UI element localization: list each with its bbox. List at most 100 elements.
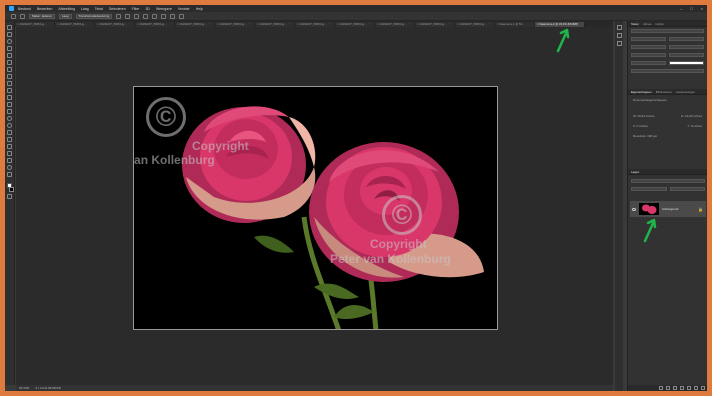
opacity-field[interactable] (669, 187, 705, 191)
menu-item-select[interactable]: Selecteren (109, 7, 126, 11)
brush-tool-icon[interactable] (7, 81, 12, 86)
menu-item-3d[interactable]: 3D (145, 7, 149, 11)
visibility-eye-icon[interactable] (632, 207, 636, 211)
layer-name[interactable]: Achtergrond (662, 207, 678, 211)
path-select-tool-icon[interactable] (7, 144, 12, 149)
align-middle-icon[interactable] (152, 13, 158, 19)
font-family-field[interactable] (631, 29, 704, 33)
distribute-icon[interactable] (170, 13, 176, 19)
menu-item-edit[interactable]: Bewerken (37, 7, 53, 11)
history-brush-tool-icon[interactable] (7, 95, 12, 100)
dodge-tool-icon[interactable] (7, 123, 12, 128)
horizontal-scale-field[interactable] (669, 53, 704, 57)
align-center-icon[interactable] (125, 13, 131, 19)
character-row (628, 35, 707, 43)
clone-stamp-tool-icon[interactable] (7, 88, 12, 93)
font-style-buttons[interactable] (631, 69, 704, 73)
layer-style-icon[interactable] (666, 386, 670, 390)
tab-character[interactable]: Teken (631, 22, 639, 26)
background-color-swatch[interactable] (8, 187, 14, 192)
zoom-level[interactable]: 33,33% (19, 386, 29, 390)
vertical-scale-field[interactable] (631, 53, 666, 57)
menu-item-window[interactable]: Venster (178, 7, 190, 11)
layer-filter-field[interactable] (631, 179, 705, 183)
history-icon[interactable] (616, 25, 622, 30)
minimize-icon[interactable]: – (680, 6, 682, 11)
tracking-field[interactable] (669, 45, 704, 49)
frame-tool-icon[interactable] (7, 60, 12, 65)
3d-mode-icon[interactable] (179, 13, 185, 19)
document-canvas[interactable]: © Copyright Peter van Kollenburg © Copyr… (133, 86, 498, 330)
align-left-icon[interactable] (116, 13, 122, 19)
canvas-y[interactable]: Y: 0 inches (687, 124, 702, 128)
rectangle-tool-icon[interactable] (7, 151, 12, 156)
menu-item-type[interactable]: Tekst (95, 7, 103, 11)
link-layers-icon[interactable] (659, 386, 663, 390)
blur-tool-icon[interactable] (7, 116, 12, 121)
menu-item-layer[interactable]: Laag (81, 7, 89, 11)
menu-item-view[interactable]: Weergave (156, 7, 172, 11)
text-color-swatch[interactable] (669, 61, 704, 65)
document-info[interactable]: 3 x 2 bits 96,68,9/8 (35, 386, 60, 390)
layers-panel-title[interactable]: Lagen (631, 170, 639, 174)
color-icon[interactable] (616, 33, 622, 38)
watermark-copyright-symbol: © (146, 97, 186, 137)
more-tools-icon[interactable] (7, 172, 12, 177)
menu-item-image[interactable]: Afbeelding (58, 7, 75, 11)
baseline-shift-field[interactable] (631, 61, 666, 65)
menu-item-help[interactable]: Help (196, 7, 203, 11)
menu-item-filter[interactable]: Filter (132, 7, 140, 11)
auto-select-toggle[interactable]: Malen: laderen (29, 13, 55, 19)
move-tool-icon[interactable] (7, 25, 12, 30)
canvas-area[interactable]: © Copyright Peter van Kollenburg © Copyr… (16, 27, 613, 385)
layer-filter-row (628, 177, 707, 185)
auto-select-dropdown[interactable]: Laag (58, 13, 72, 19)
canvas-width[interactable]: W: 29,63 inches (633, 114, 654, 118)
quick-mask-icon[interactable] (7, 194, 12, 199)
leading-field[interactable] (631, 45, 666, 49)
tab-glyphs[interactable]: Glyfen (655, 22, 664, 26)
swatches-icon[interactable] (616, 41, 622, 46)
close-icon[interactable]: × (701, 6, 703, 11)
marquee-tool-icon[interactable] (7, 32, 12, 37)
canvas-height[interactable]: H: 19,69 inches (681, 114, 702, 118)
window-controls: – □ × (680, 6, 703, 11)
home-icon[interactable] (11, 13, 16, 19)
menu-item-file[interactable]: Bestand (18, 7, 31, 11)
maximize-icon[interactable]: □ (690, 6, 692, 11)
blend-mode-dropdown[interactable] (631, 187, 667, 191)
pen-tool-icon[interactable] (7, 130, 12, 135)
resolution-value: Resolutie: 300 ppi (633, 134, 658, 138)
new-group-icon[interactable] (687, 386, 691, 390)
eyedropper-tool-icon[interactable] (7, 67, 12, 72)
type-tool-icon[interactable] (7, 137, 12, 142)
tab-adjustments[interactable]: Aanpassingen (676, 90, 695, 94)
healing-brush-tool-icon[interactable] (7, 74, 12, 79)
watermark-line2: Peter van Kollenburg (330, 252, 451, 266)
tab-libraries[interactable]: Bibliotheken (656, 90, 672, 94)
photoshop-window: Bestand Bewerken Afbeelding Laag Tekst S… (5, 5, 707, 391)
font-style-field[interactable] (631, 37, 666, 41)
tab-paragraph[interactable]: Alinea (643, 22, 651, 26)
crop-tool-icon[interactable] (7, 53, 12, 58)
new-layer-icon[interactable] (694, 386, 698, 390)
align-top-icon[interactable] (143, 13, 149, 19)
move-tool-icon[interactable] (20, 13, 25, 19)
tab-properties[interactable]: Eigenschappen (631, 90, 652, 94)
transform-controls-toggle[interactable]: Transformatiebesturing (75, 13, 113, 19)
font-size-field[interactable] (669, 37, 704, 41)
zoom-tool-icon[interactable] (7, 165, 12, 170)
align-right-icon[interactable] (134, 13, 140, 19)
gradient-tool-icon[interactable] (7, 109, 12, 114)
align-bottom-icon[interactable] (161, 13, 167, 19)
properties-title-row: Documenteigenschappen (628, 95, 707, 105)
eraser-tool-icon[interactable] (7, 102, 12, 107)
layer-mask-icon[interactable] (673, 386, 677, 390)
canvas-x[interactable]: X: 0 inches (633, 124, 648, 128)
hand-tool-icon[interactable] (7, 158, 12, 163)
layer-row-background[interactable]: Achtergrond 🔒 (630, 201, 706, 217)
quick-select-tool-icon[interactable] (7, 46, 12, 51)
adjustment-layer-icon[interactable] (680, 386, 684, 390)
lasso-tool-icon[interactable] (7, 39, 12, 44)
trash-icon[interactable] (701, 386, 705, 390)
